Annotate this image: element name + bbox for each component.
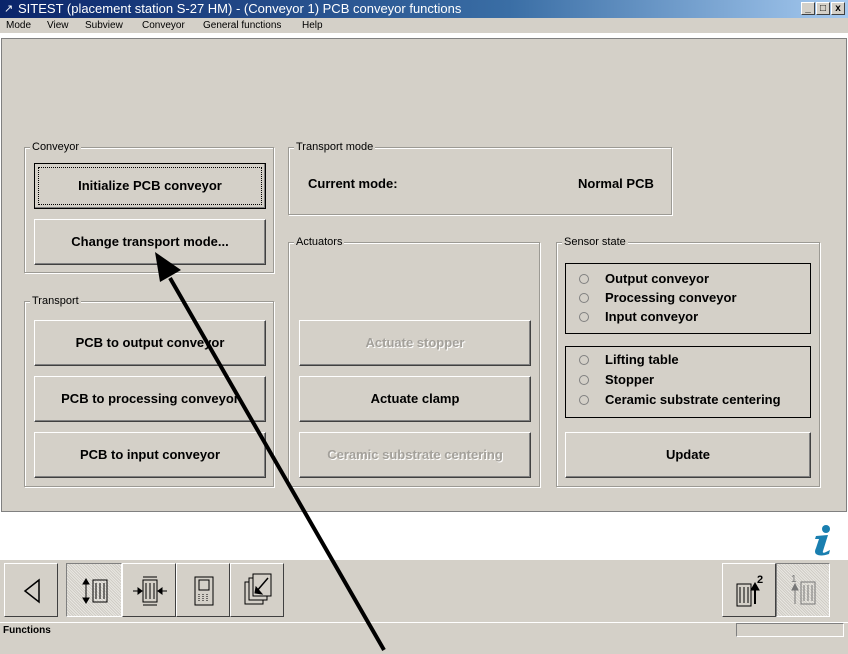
sensor-indicator bbox=[579, 395, 589, 405]
conveyor-2-icon bbox=[736, 581, 760, 607]
pcb-grid-tool[interactable] bbox=[176, 563, 230, 617]
sensor-indicator bbox=[579, 355, 589, 365]
conveyor-transport-icon bbox=[82, 578, 108, 604]
conveyor-group-label: Conveyor bbox=[30, 141, 82, 153]
pcb-grid-icon bbox=[194, 576, 214, 606]
sensor-lifting-table: Lifting table bbox=[605, 352, 679, 367]
sensor-processing-conveyor: Processing conveyor bbox=[605, 290, 737, 305]
change-transport-mode-button[interactable]: Change transport mode... bbox=[34, 219, 266, 265]
sensor-group-2 bbox=[565, 346, 811, 418]
menu-bar: Mode View Subview Conveyor General funct… bbox=[0, 18, 848, 33]
maximize-button[interactable]: □ bbox=[816, 2, 830, 15]
back-triangle-icon bbox=[23, 578, 40, 604]
transport-group-label: Transport bbox=[30, 295, 81, 307]
conveyor-2-tool[interactable]: 2 bbox=[722, 563, 776, 617]
conveyor-2-badge: 2 bbox=[757, 574, 764, 586]
sensor-indicator bbox=[579, 312, 589, 322]
sensor-state-group-label: Sensor state bbox=[562, 236, 628, 248]
conveyor-1-icon bbox=[791, 581, 816, 605]
sensor-indicator bbox=[579, 375, 589, 385]
sensor-stopper: Stopper bbox=[605, 372, 655, 387]
conveyor-center-icon bbox=[133, 576, 167, 606]
pcb-stack-tool[interactable] bbox=[230, 563, 284, 617]
actuate-stopper-label: Actuate stopper bbox=[365, 335, 465, 350]
current-mode-label: Current mode: bbox=[308, 176, 398, 191]
pcb-to-output-conveyor-button[interactable]: PCB to output conveyor bbox=[34, 320, 266, 366]
conveyor-transport-tool[interactable] bbox=[66, 563, 122, 617]
menu-conveyor[interactable]: Conveyor bbox=[142, 18, 185, 33]
sensor-output-conveyor: Output conveyor bbox=[605, 271, 710, 286]
window-title: SITEST (placement station S-27 HM) - (Co… bbox=[18, 1, 462, 16]
actuate-clamp-button[interactable]: Actuate clamp bbox=[299, 376, 531, 422]
actuators-group-label: Actuators bbox=[294, 236, 345, 248]
pcb-stack-icon bbox=[244, 573, 272, 605]
actuate-stopper-button: Actuate stopper bbox=[299, 320, 531, 366]
minimize-button[interactable]: _ bbox=[801, 2, 815, 15]
sensor-indicator bbox=[579, 274, 589, 284]
app-icon: ↗ bbox=[4, 3, 14, 15]
info-icon[interactable] bbox=[806, 524, 836, 556]
ceramic-substrate-centering-button: Ceramic substrate centering bbox=[299, 432, 531, 478]
status-text: Functions bbox=[3, 625, 51, 636]
current-mode-value: Normal PCB bbox=[578, 176, 654, 191]
conveyor-center-tool[interactable] bbox=[122, 563, 176, 617]
conveyor-1-tool[interactable]: 1 bbox=[776, 563, 830, 617]
transport-mode-group-label: Transport mode bbox=[294, 141, 376, 153]
title-bar: ↗ SITEST (placement station S-27 HM) - (… bbox=[0, 0, 848, 18]
sensor-indicator bbox=[579, 293, 589, 303]
menu-general-functions[interactable]: General functions bbox=[203, 18, 281, 33]
conveyor-1-badge: 1 bbox=[791, 574, 797, 585]
menu-view[interactable]: View bbox=[47, 18, 69, 33]
update-button[interactable]: Update bbox=[565, 432, 811, 478]
status-bar: Functions bbox=[0, 622, 848, 654]
sensor-ceramic-substrate-centering: Ceramic substrate centering bbox=[605, 392, 781, 407]
pcb-to-input-conveyor-button[interactable]: PCB to input conveyor bbox=[34, 432, 266, 478]
status-panel bbox=[736, 623, 844, 637]
close-button[interactable]: x bbox=[831, 2, 845, 15]
initialize-pcb-conveyor-button[interactable]: Initialize PCB conveyor bbox=[34, 163, 266, 209]
back-button[interactable] bbox=[4, 563, 58, 617]
menu-subview[interactable]: Subview bbox=[85, 18, 123, 33]
ceramic-substrate-centering-label: Ceramic substrate centering bbox=[327, 447, 503, 462]
menu-help[interactable]: Help bbox=[302, 18, 323, 33]
menu-mode[interactable]: Mode bbox=[6, 18, 31, 33]
pcb-to-processing-conveyor-button[interactable]: PCB to processing conveyor bbox=[34, 376, 266, 422]
sensor-input-conveyor: Input conveyor bbox=[605, 309, 699, 324]
